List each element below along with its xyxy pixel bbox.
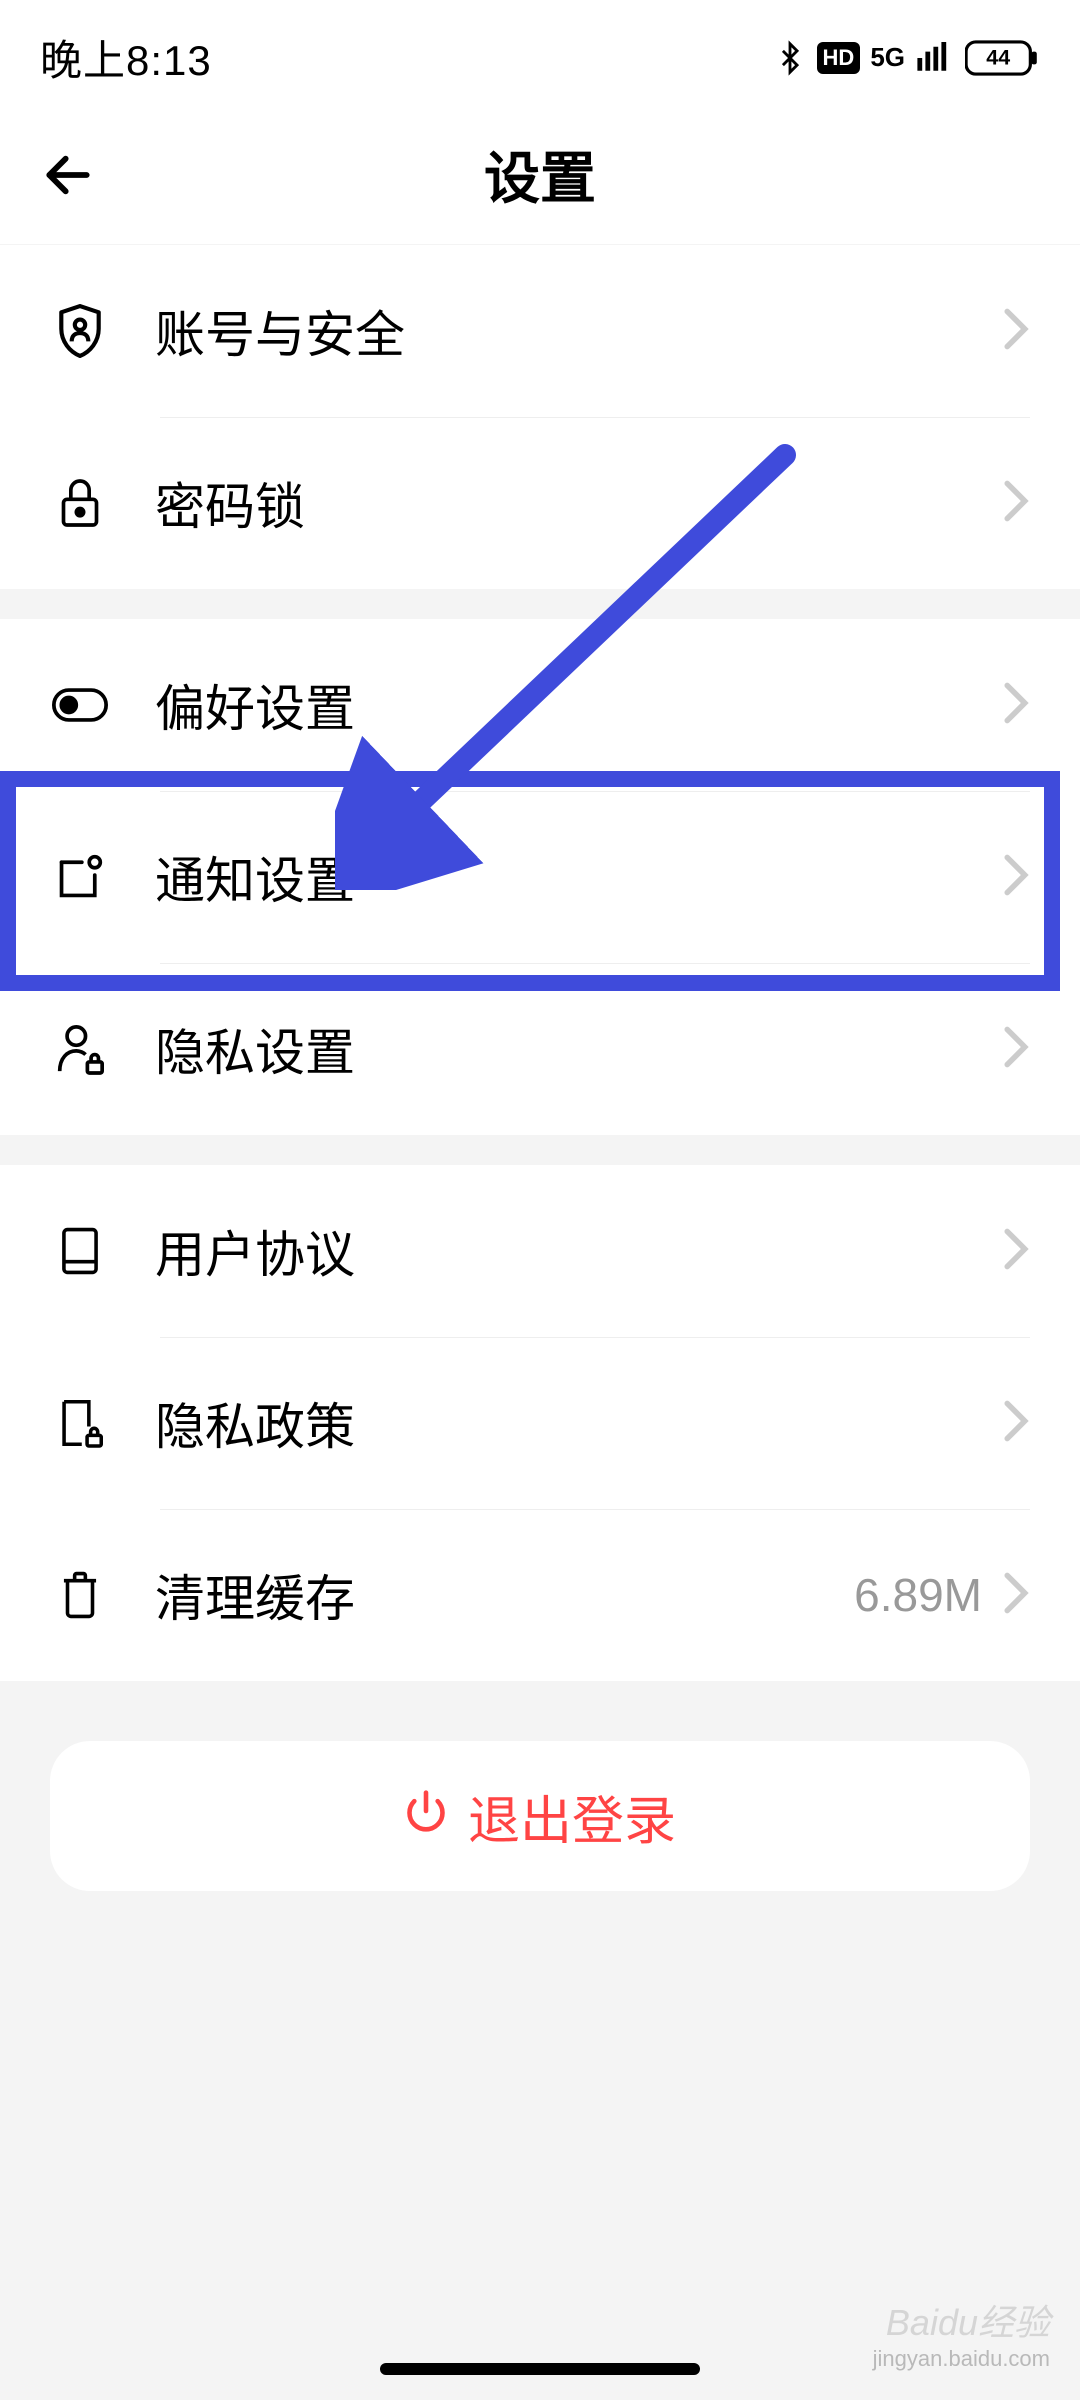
chevron-right-icon <box>1002 853 1030 902</box>
chevron-right-icon <box>1002 1399 1030 1448</box>
settings-group: 偏好设置 通知设置 隐私设置 <box>0 619 1080 1135</box>
chevron-right-icon <box>1002 681 1030 730</box>
back-button[interactable] <box>40 147 96 203</box>
chevron-right-icon <box>1002 479 1030 528</box>
power-icon <box>404 1786 448 1846</box>
setting-item-privacy-policy[interactable]: 隐私政策 <box>0 1337 1080 1509</box>
status-bar: 晚上8:13 HD 5G 44 <box>0 0 1080 105</box>
chevron-right-icon <box>1002 1227 1030 1276</box>
setting-label: 清理缓存 <box>155 1559 854 1631</box>
hd-icon: HD <box>817 42 861 74</box>
logout-button[interactable]: 退出登录 <box>50 1741 1030 1891</box>
bluetooth-icon <box>773 37 807 79</box>
setting-label: 用户协议 <box>155 1215 1002 1287</box>
setting-item-privacy[interactable]: 隐私设置 <box>0 963 1080 1135</box>
setting-item-clear-cache[interactable]: 清理缓存 6.89M <box>0 1509 1080 1681</box>
setting-label: 隐私设置 <box>155 1013 1002 1085</box>
setting-item-preferences[interactable]: 偏好设置 <box>0 619 1080 791</box>
setting-label: 隐私政策 <box>155 1387 1002 1459</box>
user-lock-icon <box>50 1019 110 1079</box>
logout-label: 退出登录 <box>468 1779 676 1854</box>
document-icon <box>50 1221 110 1281</box>
logout-container: 退出登录 <box>0 1681 1080 1951</box>
setting-item-account-security[interactable]: 账号与安全 <box>0 245 1080 417</box>
chevron-right-icon <box>1002 307 1030 356</box>
chevron-right-icon <box>1002 1025 1030 1074</box>
shield-icon <box>50 301 110 361</box>
battery-icon: 44 <box>965 39 1040 77</box>
page-title: 设置 <box>0 134 1080 215</box>
setting-item-password-lock[interactable]: 密码锁 <box>0 417 1080 589</box>
notification-icon <box>50 847 110 907</box>
chevron-right-icon <box>1002 1571 1030 1620</box>
settings-group: 用户协议 隐私政策 清理缓存 6.89M <box>0 1165 1080 1681</box>
setting-item-notification[interactable]: 通知设置 <box>0 791 1080 963</box>
cache-size-value: 6.89M <box>854 1568 982 1622</box>
doc-lock-icon <box>50 1393 110 1453</box>
watermark-domain: jingyan.baidu.com <box>873 2346 1050 2372</box>
toggle-icon <box>50 675 110 735</box>
watermark-brand: Baidu经验 <box>886 2294 1050 2346</box>
watermark: Baidu经验 jingyan.baidu.com <box>873 2294 1050 2372</box>
page-header: 设置 <box>0 105 1080 245</box>
setting-label: 偏好设置 <box>155 669 1002 741</box>
setting-label: 密码锁 <box>155 467 1002 539</box>
svg-text:44: 44 <box>986 45 1010 69</box>
setting-label: 账号与安全 <box>155 295 1002 367</box>
network-type: 5G <box>870 42 905 73</box>
signal-icon <box>915 42 955 74</box>
home-indicator[interactable] <box>380 2363 700 2375</box>
setting-item-terms[interactable]: 用户协议 <box>0 1165 1080 1337</box>
setting-label: 通知设置 <box>155 841 1002 913</box>
settings-group: 账号与安全 密码锁 <box>0 245 1080 589</box>
trash-icon <box>50 1565 110 1625</box>
lock-icon <box>50 473 110 533</box>
status-bar-right: HD 5G 44 <box>773 37 1040 79</box>
status-time: 晚上8:13 <box>40 27 212 88</box>
